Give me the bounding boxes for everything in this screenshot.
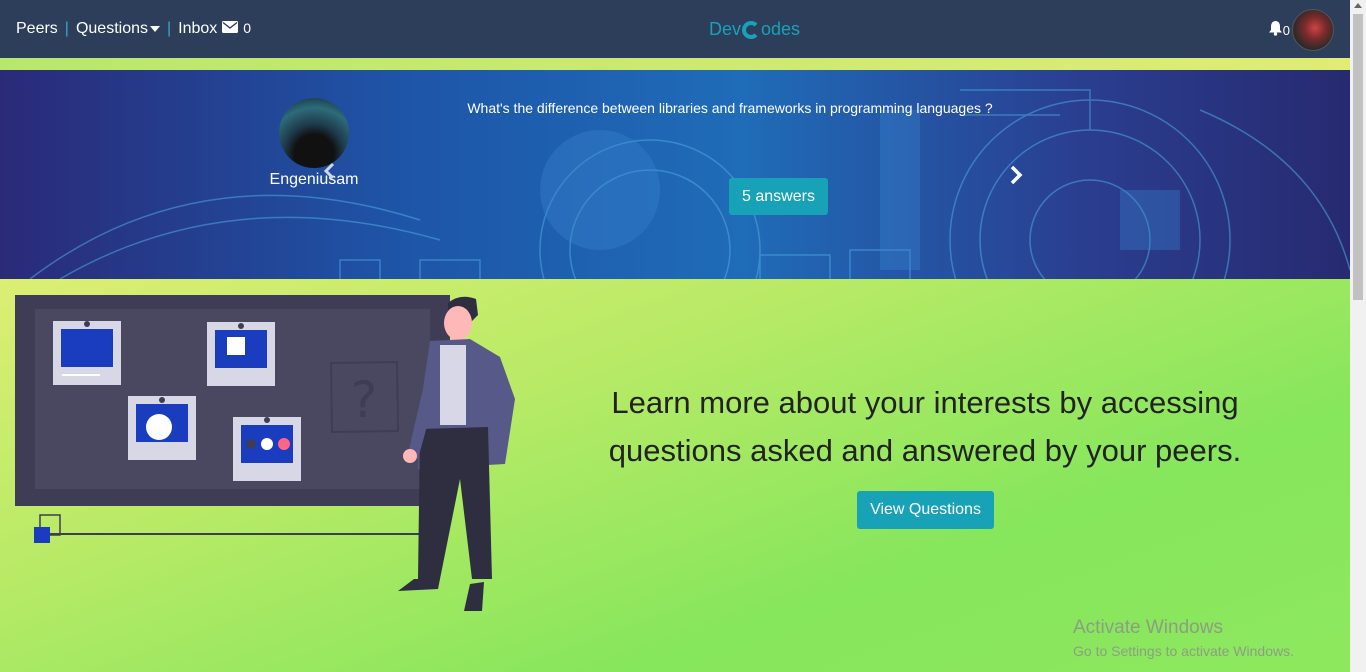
nav-questions-label: Questions (75, 20, 148, 37)
watermark-subtitle: Go to Settings to activate Windows. (1073, 643, 1294, 659)
inbox-count: 0 (243, 20, 252, 37)
caret-down-icon (150, 25, 160, 32)
nav-inbox-label: Inbox (178, 20, 218, 38)
scrollbar-thumb[interactable] (1353, 14, 1363, 300)
svg-text:?: ? (351, 371, 378, 429)
vertical-scrollbar[interactable] (1350, 0, 1366, 672)
brand-logo[interactable]: Dev odes (709, 14, 800, 44)
user-avatar[interactable] (1292, 9, 1334, 51)
nav-questions-dropdown[interactable]: Questions (76, 20, 160, 38)
nav-links: Peers | Questions | Inbox 0 (16, 0, 251, 58)
watermark-title: Activate Windows (1073, 617, 1223, 638)
chevron-left-icon[interactable] (322, 162, 336, 185)
nav-separator: | (64, 20, 69, 37)
asker-avatar[interactable] (279, 98, 349, 168)
asker-name[interactable]: Engeniusam (254, 171, 374, 189)
nav-separator: | (167, 20, 172, 37)
nav-user-area: 0 (1268, 9, 1334, 51)
bell-icon[interactable] (1268, 20, 1283, 41)
nav-peers-link[interactable]: Peers (16, 20, 58, 38)
question-carousel: Engeniusam What's the difference between… (0, 70, 1350, 279)
intro-section: ? Learn more about your interests by acc… (0, 279, 1350, 672)
view-questions-button[interactable]: View Questions (857, 491, 994, 529)
activate-windows-watermark: Activate Windows Go to Settings to activ… (1073, 617, 1294, 659)
nav-inbox-link[interactable]: Inbox 0 (178, 20, 251, 38)
navbar: Peers | Questions | Inbox 0 Dev odes 0 (0, 0, 1350, 58)
notifications-count: 0 (1282, 22, 1290, 38)
answers-button[interactable]: 5 answers (729, 178, 828, 215)
envelope-icon (222, 20, 239, 38)
brand-c-logo (742, 21, 761, 39)
brand-text-left: Dev (709, 18, 742, 39)
brand-text-right: odes (761, 18, 801, 39)
accent-stripe (0, 58, 1350, 70)
scroll-up-arrow-icon[interactable] (1354, 3, 1362, 8)
intro-tagline: Learn more about your interests by acces… (608, 385, 1242, 468)
chevron-right-icon[interactable] (1008, 164, 1024, 191)
carousel-question[interactable]: What's the difference between libraries … (430, 100, 1030, 116)
illustration-image: ? (15, 295, 515, 611)
